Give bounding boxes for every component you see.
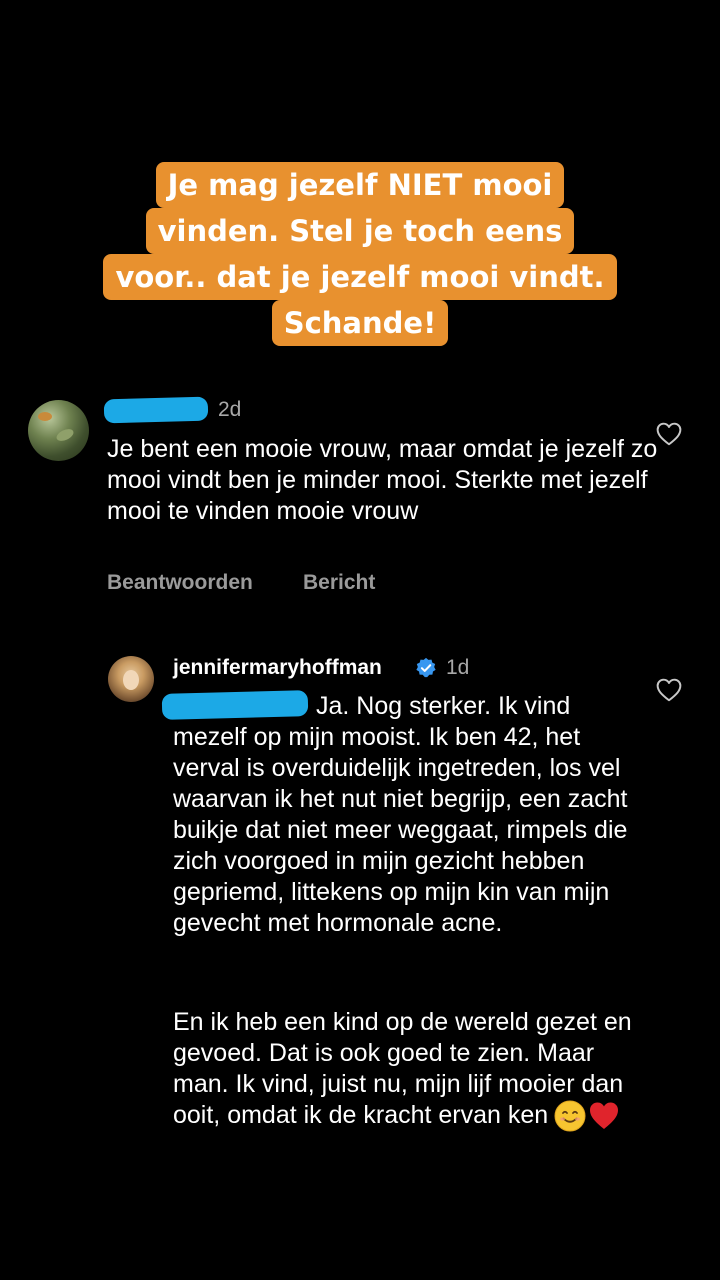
reply-button[interactable]: Beantwoorden [107, 571, 253, 595]
caption-line: Je mag jezelf NIET mooi [155, 162, 565, 208]
red-heart-emoji [590, 1102, 619, 1130]
caption-line: vinden. Stel je toch eens [145, 208, 575, 254]
caption-line: Schande! [271, 300, 449, 346]
redacted-mention [161, 690, 309, 720]
commenter-avatar[interactable] [28, 400, 89, 461]
comment-text: Je bent een mooie vrouw, maar omdat je j… [107, 435, 658, 525]
redacted-username [103, 396, 209, 424]
avatar-detail [54, 426, 76, 444]
reply-first-line: Ja. Nog sterker. Ik vind [316, 692, 571, 720]
reply-paragraph: mezelf op mijn mooist. Ik ben 42, het ve… [173, 723, 628, 937]
heart-outline-icon[interactable] [656, 678, 682, 702]
reply-author-avatar[interactable] [108, 656, 154, 702]
avatar-detail [123, 670, 139, 690]
heart-outline-icon[interactable] [656, 422, 682, 446]
avatar-detail [38, 412, 52, 421]
verified-badge-icon [416, 657, 436, 678]
reply-timestamp: 1d [446, 656, 470, 679]
story-caption: Je mag jezelf NIET mooi vinden. Stel je … [0, 162, 720, 346]
smiling-face-emoji [554, 1100, 586, 1132]
reply-username[interactable]: jennifermaryhoffman [173, 656, 382, 680]
comment-timestamp: 2d [218, 398, 242, 421]
caption-line: voor.. dat je jezelf mooi vindt. [103, 254, 617, 300]
message-button[interactable]: Bericht [303, 571, 375, 595]
reply-paragraph: En ik heb een kind op de wereld gezet en… [173, 1007, 643, 1132]
